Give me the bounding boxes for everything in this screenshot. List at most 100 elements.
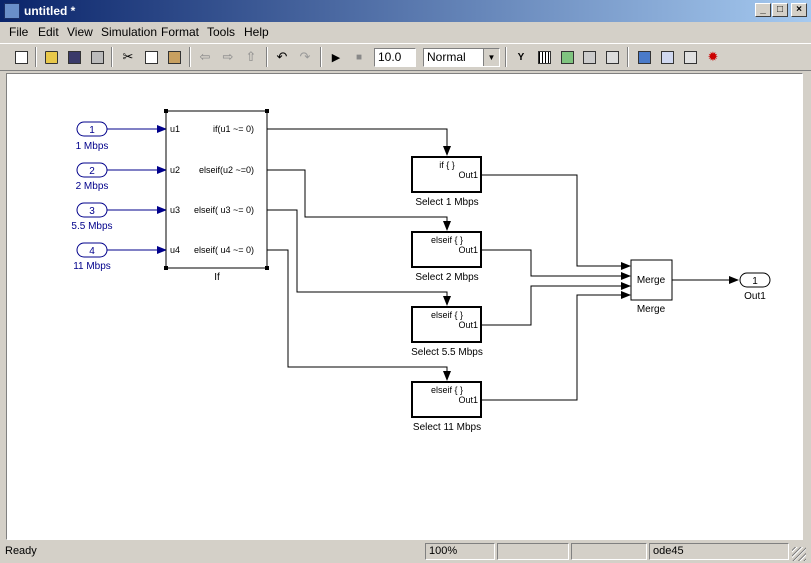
paste-icon[interactable] — [165, 48, 183, 66]
status-bar: Ready 100% ode45 — [0, 541, 811, 563]
subsystem-out-port-label: Out1 — [458, 395, 478, 405]
simulink-app-icon — [4, 3, 20, 19]
outport-block[interactable]: 1 Out1 — [739, 272, 771, 302]
inport-block-1[interactable]: 1 1 Mbps — [76, 121, 109, 152]
signal-line[interactable] — [481, 174, 631, 270]
stop-icon[interactable]: ■ — [350, 48, 368, 66]
inport-number: 1 — [89, 125, 95, 136]
inport-label: 11 Mbps — [73, 261, 111, 272]
inport-number: 3 — [89, 206, 95, 217]
inport-label: 5.5 Mbps — [71, 221, 112, 232]
subsystem-name: Select 1 Mbps — [415, 197, 478, 208]
model-explorer-icon[interactable] — [658, 48, 676, 66]
menu-edit[interactable]: Edit — [38, 25, 59, 39]
menu-tools[interactable]: Tools — [207, 25, 235, 39]
redo-icon[interactable]: ↷ — [296, 48, 314, 66]
toolbar-separator — [189, 47, 191, 67]
status-cell-empty — [571, 543, 647, 560]
subsystem-out-port-label: Out1 — [458, 320, 478, 330]
if-condition-label: elseif( u4 ~= 0) — [194, 245, 254, 255]
status-text: Ready — [5, 545, 37, 557]
back-arrow-icon[interactable]: ⇦ — [196, 48, 214, 66]
signal-line[interactable] — [481, 282, 631, 326]
title-bar: untitled * _ □ × — [0, 0, 811, 22]
merge-block-name: Merge — [637, 304, 666, 315]
subsystem-action-label: if { } — [439, 160, 455, 170]
window-title: untitled * — [24, 4, 76, 18]
play-icon[interactable]: ▶ — [327, 48, 345, 66]
update-diagram-icon[interactable]: Y — [512, 48, 530, 66]
if-condition-label: if(u1 ~= 0) — [213, 124, 254, 134]
inport-number: 4 — [89, 246, 95, 257]
open-folder-icon[interactable] — [42, 48, 60, 66]
subsystem-action-label: elseif { } — [431, 235, 463, 245]
if-condition-label: elseif( u3 ~= 0) — [194, 205, 254, 215]
block-diagram: 1 1 Mbps 2 2 Mbps 3 5.5 Mbps 4 11 Mbps u… — [71, 109, 771, 433]
merge-block-label: Merge — [637, 275, 666, 286]
merge-block[interactable]: Merge Merge — [630, 259, 673, 315]
library-browser-icon[interactable] — [635, 48, 653, 66]
menu-help[interactable]: Help — [244, 25, 269, 39]
model-browser-icon[interactable] — [681, 48, 699, 66]
subsystem-name: Select 5.5 Mbps — [411, 347, 483, 358]
debug-icon[interactable] — [603, 48, 621, 66]
inport-block-2[interactable]: 2 2 Mbps — [76, 162, 109, 192]
cut-icon[interactable]: ✂ — [119, 48, 137, 66]
toolbar-separator — [111, 47, 113, 67]
signal-line[interactable] — [481, 291, 631, 401]
copy-icon[interactable] — [142, 48, 160, 66]
close-button[interactable]: × — [791, 3, 807, 17]
subsystem-select-11-mbps[interactable]: elseif { } Out1 Select 11 Mbps — [411, 381, 482, 433]
save-icon[interactable] — [65, 48, 83, 66]
model-canvas[interactable]: 1 1 Mbps 2 2 Mbps 3 5.5 Mbps 4 11 Mbps u… — [6, 73, 803, 540]
menu-simulation[interactable]: Simulation — [101, 25, 157, 39]
subsystem-select-5-5-mbps[interactable]: elseif { } Out1 Select 5.5 Mbps — [411, 306, 483, 358]
subsystem-name: Select 11 Mbps — [413, 422, 481, 433]
debugger-icon[interactable]: ✹ — [704, 48, 722, 66]
menu-file[interactable]: File — [9, 25, 28, 39]
subsystem-name: Select 2 Mbps — [415, 272, 478, 283]
subsystem-out-port-label: Out1 — [458, 245, 478, 255]
toolbar-separator — [266, 47, 268, 67]
minimize-button[interactable]: _ — [755, 3, 771, 17]
stop-time-input[interactable]: 10.0 — [374, 48, 416, 67]
new-model-icon[interactable] — [12, 48, 30, 66]
toolbar-separator — [320, 47, 322, 67]
chevron-down-icon[interactable]: ▼ — [483, 49, 499, 66]
status-cell-empty — [497, 543, 569, 560]
signal-line[interactable] — [481, 249, 631, 280]
simulation-mode-select[interactable]: Normal ▼ — [423, 48, 500, 67]
subsystem-action-label: elseif { } — [431, 310, 463, 320]
subsystem-out-port-label: Out1 — [458, 170, 478, 180]
if-condition-label: elseif(u2 ~=0) — [199, 165, 254, 175]
if-block-name: If — [214, 272, 220, 283]
menu-format[interactable]: Format — [161, 25, 199, 39]
menu-bar: File Edit View Simulation Format Tools H… — [0, 22, 811, 42]
action-line[interactable] — [267, 128, 451, 156]
outport-label: Out1 — [744, 291, 766, 302]
undo-icon[interactable]: ↶ — [273, 48, 291, 66]
up-arrow-icon[interactable]: ⇧ — [242, 48, 260, 66]
inport-block-3[interactable]: 3 5.5 Mbps — [71, 202, 113, 232]
maximize-button[interactable]: □ — [772, 3, 788, 17]
subsystem-select-1-mbps[interactable]: if { } Out1 Select 1 Mbps — [411, 156, 482, 208]
build-icon[interactable] — [535, 48, 553, 66]
if-input-port-label: u3 — [170, 205, 180, 215]
if-input-port-label: u2 — [170, 165, 180, 175]
toolbar: ✂ ⇦ ⇨ ⇧ ↶ ↷ ▶ ■ 10.0 Normal ▼ Y ✹ — [0, 43, 811, 71]
inport-label: 2 Mbps — [76, 181, 109, 192]
inport-label: 1 Mbps — [76, 141, 109, 152]
inport-block-4[interactable]: 4 11 Mbps — [73, 242, 111, 272]
forward-arrow-icon[interactable]: ⇨ — [219, 48, 237, 66]
solver-name: ode45 — [649, 543, 789, 560]
toolbar-separator — [35, 47, 37, 67]
menu-view[interactable]: View — [67, 25, 93, 39]
if-block[interactable]: u1 u2 u3 u4 if(u1 ~= 0) elseif(u2 ~=0) e… — [164, 109, 269, 283]
outport-number: 1 — [752, 276, 758, 287]
subsystem-select-2-mbps[interactable]: elseif { } Out1 Select 2 Mbps — [411, 231, 482, 283]
subsystem-action-label: elseif { } — [431, 385, 463, 395]
print-icon[interactable] — [88, 48, 106, 66]
resize-grip[interactable] — [792, 547, 806, 561]
refresh-icon[interactable] — [558, 48, 576, 66]
library-icon[interactable] — [580, 48, 598, 66]
